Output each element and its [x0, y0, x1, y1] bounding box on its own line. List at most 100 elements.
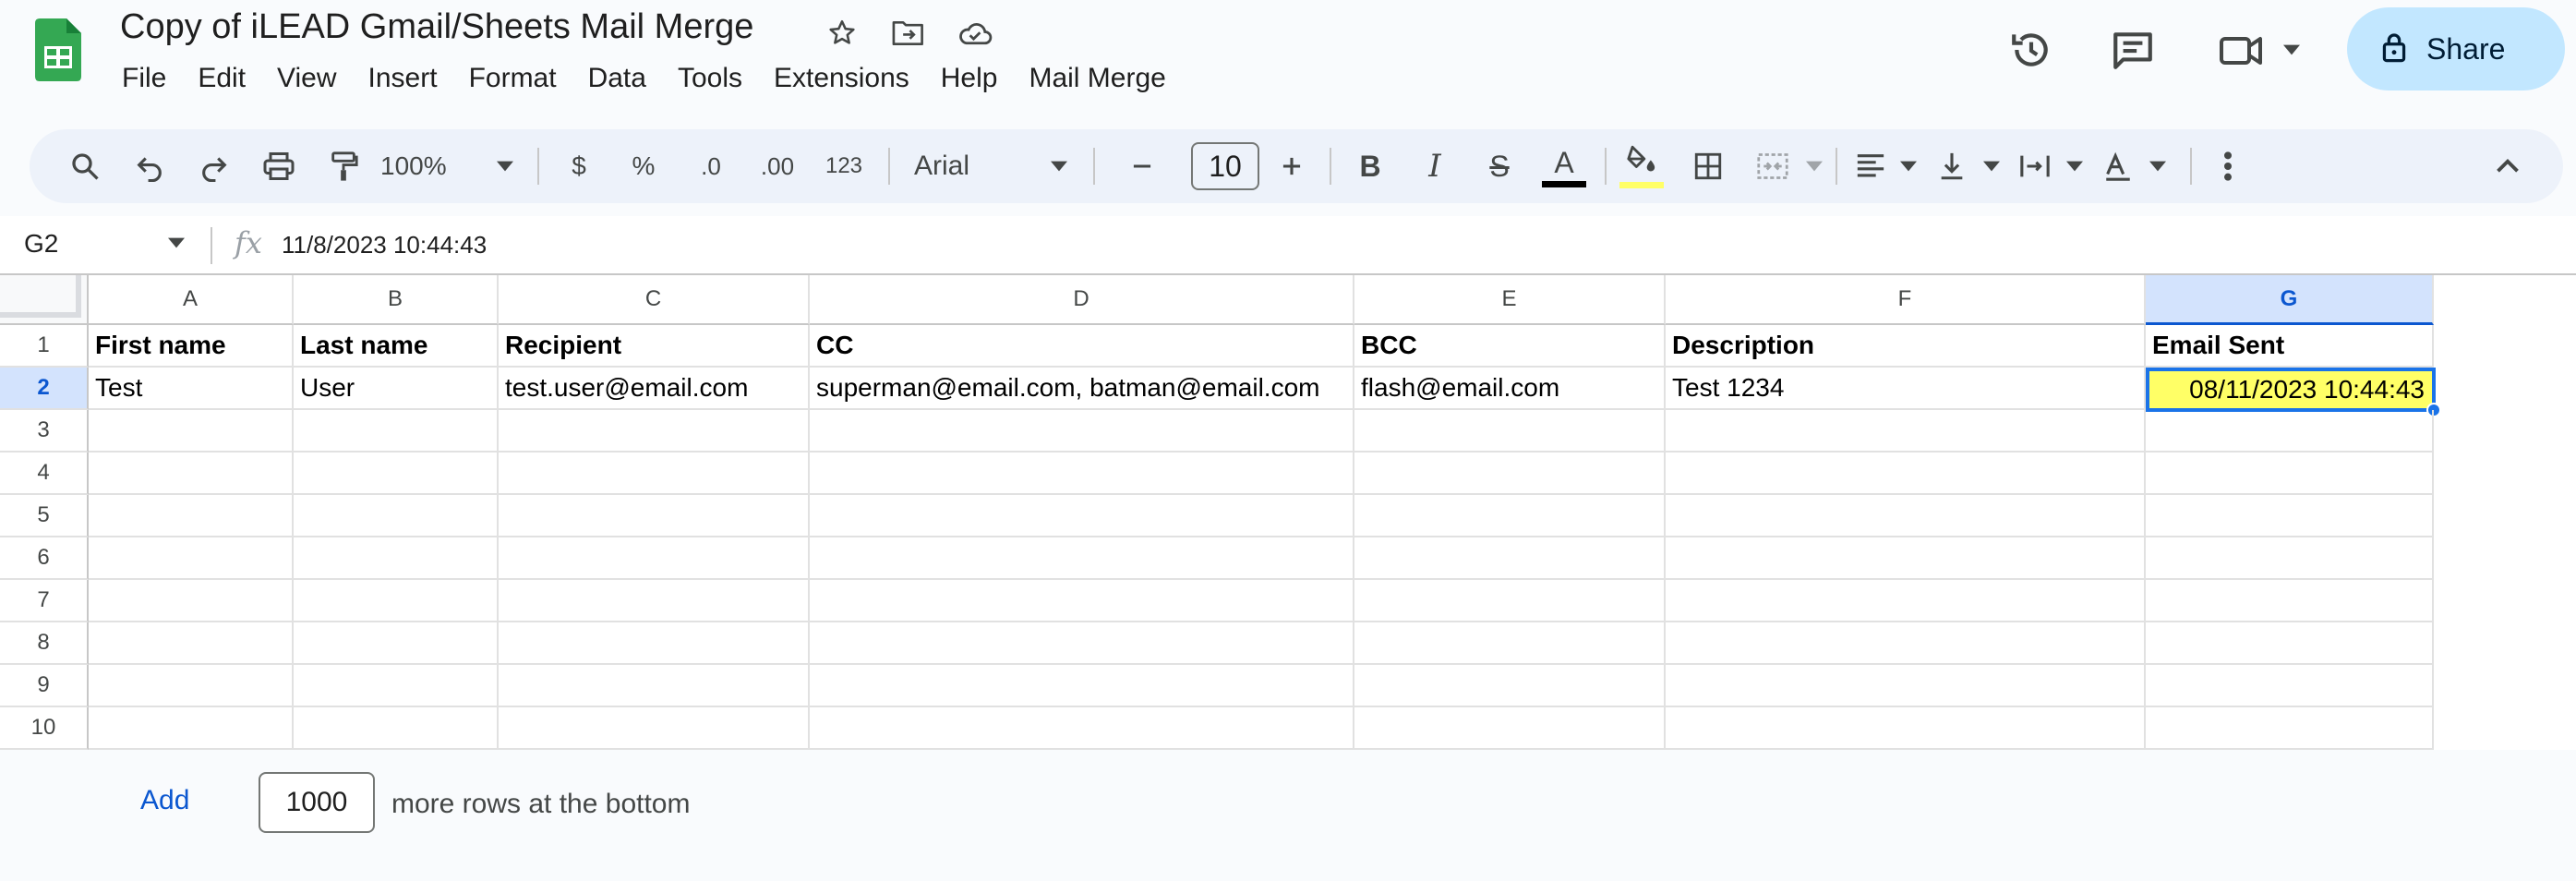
cell-a1[interactable]: First name	[89, 325, 294, 368]
increase-decimal-button[interactable]: .00	[748, 139, 807, 194]
formula-input[interactable]: 11/8/2023 10:44:43	[282, 231, 487, 259]
fill-color-button[interactable]	[1614, 139, 1669, 194]
cell-b4[interactable]	[294, 453, 499, 495]
cell-c6[interactable]	[499, 537, 810, 580]
cell-e7[interactable]	[1354, 580, 1666, 622]
cloud-saved-icon[interactable]	[955, 13, 995, 54]
row-header-9[interactable]: 9	[0, 665, 89, 707]
cell-c1[interactable]: Recipient	[499, 325, 810, 368]
cell-a5[interactable]	[89, 495, 294, 537]
cell-c7[interactable]	[499, 580, 810, 622]
cell-d5[interactable]	[810, 495, 1354, 537]
undo-icon[interactable]	[122, 139, 177, 194]
column-header-d[interactable]: D	[810, 275, 1354, 325]
cell-d7[interactable]	[810, 580, 1354, 622]
cell-f10[interactable]	[1666, 707, 2146, 750]
bold-button[interactable]: B	[1342, 139, 1398, 194]
cell-f3[interactable]	[1666, 410, 2146, 453]
column-header-a[interactable]: A	[89, 275, 294, 325]
cell-d4[interactable]	[810, 453, 1354, 495]
more-formats-button[interactable]: 123	[816, 139, 872, 194]
cell-f8[interactable]	[1666, 622, 2146, 665]
row-header-2[interactable]: 2	[0, 368, 89, 410]
cell-f5[interactable]	[1666, 495, 2146, 537]
row-header-7[interactable]: 7	[0, 580, 89, 622]
cell-a7[interactable]	[89, 580, 294, 622]
zoom-value[interactable]: 100%	[380, 139, 473, 194]
cell-a8[interactable]	[89, 622, 294, 665]
menu-mail-merge[interactable]: Mail Merge	[1027, 63, 1178, 94]
cell-a10[interactable]	[89, 707, 294, 750]
share-button[interactable]: Share	[2347, 7, 2565, 91]
cell-f2[interactable]: Test 1234	[1666, 368, 2146, 410]
rotation-dropdown-chevron-icon[interactable]	[2144, 139, 2172, 194]
cell-b7[interactable]	[294, 580, 499, 622]
name-box-chevron-icon[interactable]	[168, 236, 185, 253]
cell-b10[interactable]	[294, 707, 499, 750]
row-header-8[interactable]: 8	[0, 622, 89, 665]
text-wrapping-icon[interactable]	[2009, 139, 2061, 194]
font-dropdown-chevron-icon[interactable]	[1045, 139, 1073, 194]
menu-edit[interactable]: Edit	[196, 63, 259, 94]
add-rows-button[interactable]: Add	[140, 785, 189, 816]
align-dropdown-chevron-icon[interactable]	[1895, 139, 1922, 194]
borders-icon[interactable]	[1680, 139, 1736, 194]
cell-e2[interactable]: flash@email.com	[1354, 368, 1666, 410]
meet-video-icon[interactable]	[2214, 22, 2269, 78]
cell-g5[interactable]	[2146, 495, 2434, 537]
menu-help[interactable]: Help	[939, 63, 1011, 94]
row-header-10[interactable]: 10	[0, 707, 89, 750]
menu-format[interactable]: Format	[467, 63, 570, 94]
sheets-logo-icon[interactable]	[35, 18, 81, 81]
cell-e5[interactable]	[1354, 495, 1666, 537]
cell-c9[interactable]	[499, 665, 810, 707]
row-header-3[interactable]: 3	[0, 410, 89, 453]
cell-f6[interactable]	[1666, 537, 2146, 580]
search-menus-icon[interactable]	[57, 139, 113, 194]
select-all-corner[interactable]	[0, 275, 89, 325]
cell-b9[interactable]	[294, 665, 499, 707]
cell-e8[interactable]	[1354, 622, 1666, 665]
font-size-input[interactable]: 10	[1191, 142, 1259, 190]
menu-extensions[interactable]: Extensions	[772, 63, 922, 94]
merge-dropdown-chevron-icon[interactable]	[1800, 139, 1828, 194]
cell-c10[interactable]	[499, 707, 810, 750]
cell-d3[interactable]	[810, 410, 1354, 453]
more-options-icon[interactable]	[2205, 139, 2251, 194]
collapse-toolbar-icon[interactable]	[2480, 139, 2535, 194]
move-to-folder-icon[interactable]	[888, 13, 929, 54]
cell-b5[interactable]	[294, 495, 499, 537]
column-header-b[interactable]: B	[294, 275, 499, 325]
row-header-4[interactable]: 4	[0, 453, 89, 495]
cell-c2[interactable]: test.user@email.com	[499, 368, 810, 410]
cell-b8[interactable]	[294, 622, 499, 665]
menu-tools[interactable]: Tools	[676, 63, 755, 94]
version-history-icon[interactable]	[2004, 22, 2059, 78]
cell-f7[interactable]	[1666, 580, 2146, 622]
cell-b6[interactable]	[294, 537, 499, 580]
menu-insert[interactable]: Insert	[367, 63, 451, 94]
cell-c3[interactable]	[499, 410, 810, 453]
cell-e1[interactable]: BCC	[1354, 325, 1666, 368]
currency-format-button[interactable]: $	[556, 139, 602, 194]
cell-d6[interactable]	[810, 537, 1354, 580]
wrap-dropdown-chevron-icon[interactable]	[2061, 139, 2088, 194]
italic-button[interactable]: I	[1407, 139, 1463, 194]
row-header-1[interactable]: 1	[0, 325, 89, 368]
redo-icon[interactable]	[187, 139, 242, 194]
add-rows-count-input[interactable]: 1000	[259, 772, 375, 833]
strikethrough-button[interactable]: S	[1472, 139, 1527, 194]
cell-a3[interactable]	[89, 410, 294, 453]
cell-g9[interactable]	[2146, 665, 2434, 707]
cell-e3[interactable]	[1354, 410, 1666, 453]
star-icon[interactable]	[822, 13, 862, 54]
increase-font-size-icon[interactable]	[1269, 139, 1315, 194]
cell-a4[interactable]	[89, 453, 294, 495]
cell-g3[interactable]	[2146, 410, 2434, 453]
column-header-g[interactable]: G	[2146, 275, 2434, 325]
menu-view[interactable]: View	[275, 63, 349, 94]
cell-a2[interactable]: Test	[89, 368, 294, 410]
cell-g4[interactable]	[2146, 453, 2434, 495]
cell-d2[interactable]: superman@email.com, batman@email.com	[810, 368, 1354, 410]
column-header-e[interactable]: E	[1354, 275, 1666, 325]
